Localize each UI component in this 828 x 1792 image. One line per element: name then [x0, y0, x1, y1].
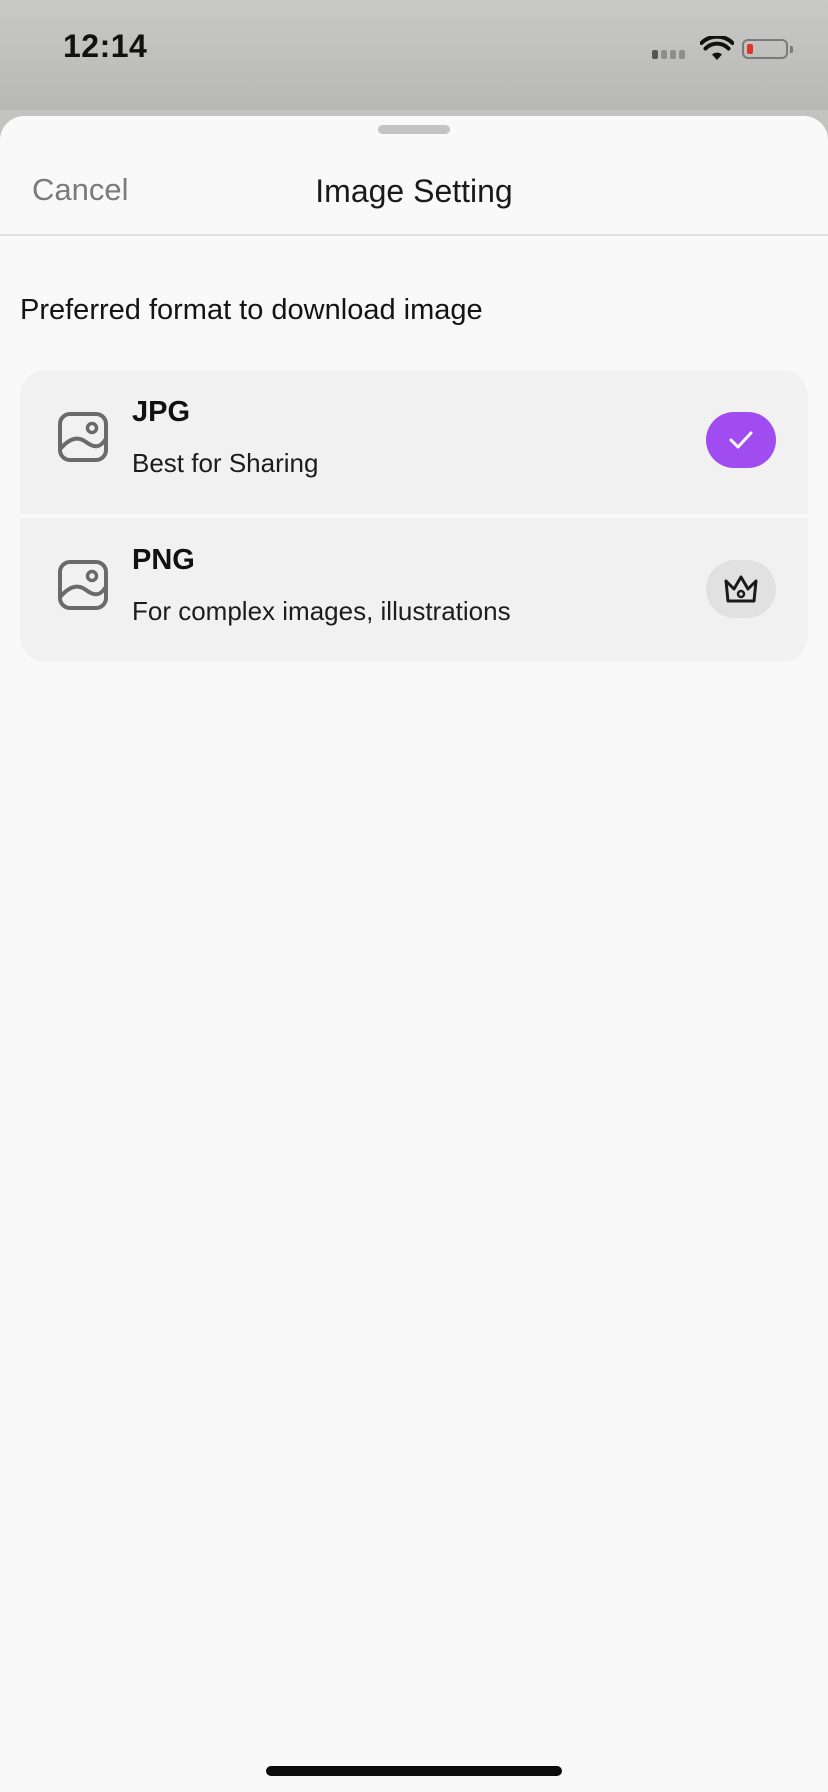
format-option-jpg[interactable]: JPG Best for Sharing: [20, 370, 808, 514]
battery-icon: [742, 39, 793, 59]
option-title: JPG: [132, 396, 191, 428]
selected-badge: [706, 412, 776, 468]
option-subtitle: For complex images, illustrations: [132, 596, 511, 626]
format-options-list: JPG Best for Sharing PNG For complex ima…: [20, 370, 808, 662]
image-setting-sheet: Cancel Image Setting Preferred format to…: [0, 116, 828, 1792]
format-section-label: Preferred format to download image: [20, 294, 483, 326]
premium-badge: [706, 560, 776, 618]
status-bar: 12:14: [0, 0, 828, 110]
option-title: PNG: [132, 544, 195, 576]
wifi-icon: [700, 36, 734, 60]
crown-icon: [724, 575, 758, 603]
status-time: 12:14: [63, 28, 148, 64]
cellular-signal-icon: [652, 50, 685, 59]
option-subtitle: Best for Sharing: [132, 448, 319, 478]
format-option-png[interactable]: PNG For complex images, illustrations: [20, 518, 808, 662]
sheet-header: Cancel Image Setting: [0, 116, 828, 236]
image-icon: [58, 412, 108, 462]
checkmark-icon: [729, 431, 753, 449]
sheet-title: Image Setting: [315, 173, 513, 209]
image-icon: [58, 560, 108, 610]
home-indicator: [266, 1766, 562, 1776]
